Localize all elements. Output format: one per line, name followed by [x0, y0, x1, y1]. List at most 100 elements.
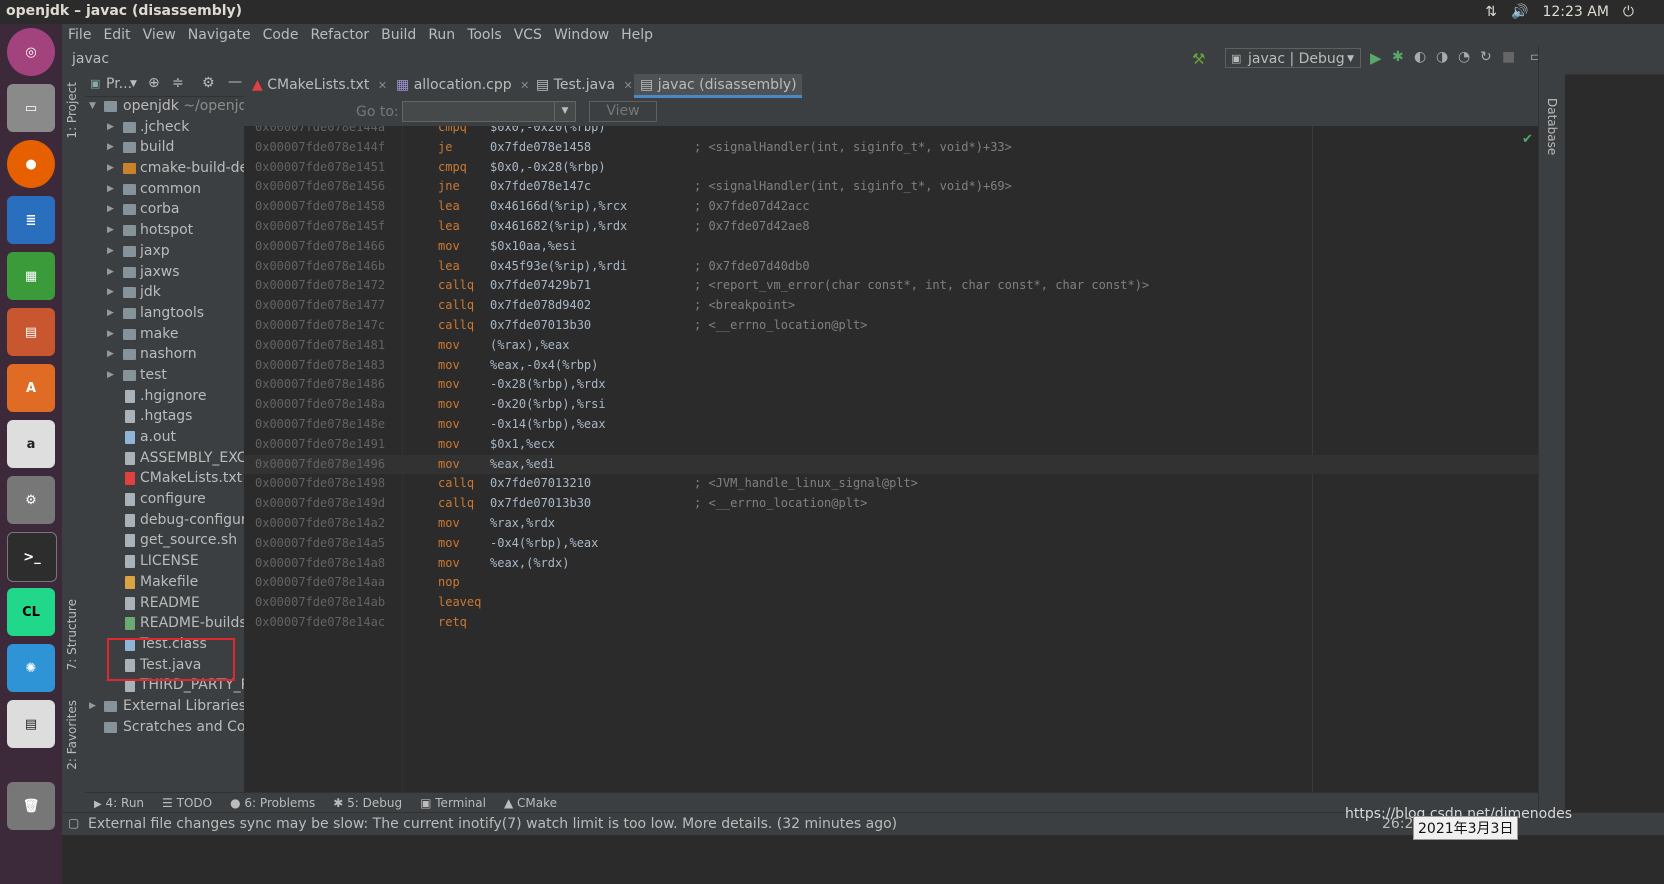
tree-item[interactable]: README: [84, 593, 244, 614]
coverage-icon[interactable]: ◐: [1414, 49, 1426, 65]
tree-item[interactable]: Makefile: [84, 572, 244, 593]
settings-icon[interactable]: ⚙: [7, 476, 55, 524]
menu-refactor[interactable]: Refactor: [304, 27, 375, 43]
tree-item[interactable]: ▶ langtools: [84, 303, 244, 324]
run-tool-button[interactable]: ▶ 4: Run: [94, 796, 144, 810]
menu-window[interactable]: Window: [548, 27, 615, 43]
chevron-right-icon[interactable]: ▶: [107, 241, 114, 262]
tree-item[interactable]: ▶ jaxws: [84, 262, 244, 283]
chevron-right-icon[interactable]: ▶: [89, 696, 96, 717]
software-center-icon[interactable]: A: [7, 364, 55, 412]
run-icon[interactable]: ▶: [1370, 49, 1382, 67]
disassembly-editor[interactable]: 0x00007fde078e144a cmpq $0x0,-0x20(%rbp) 0x…: [244, 126, 1538, 792]
menu-file[interactable]: File: [62, 27, 97, 43]
tree-item[interactable]: ▶ hotspot: [84, 220, 244, 241]
tree-item[interactable]: configure: [84, 489, 244, 510]
build-hammer-icon[interactable]: ⚒: [1192, 50, 1205, 68]
tree-external-libraries[interactable]: ▶ External Libraries: [84, 696, 244, 717]
tree-item[interactable]: ▶ jaxp: [84, 241, 244, 262]
tab-cmakelists[interactable]: ▲ CMakeLists.txt ✕: [252, 74, 387, 98]
tree-item[interactable]: ▶ jdk: [84, 282, 244, 303]
debug-icon[interactable]: ✱: [1392, 49, 1404, 65]
menu-tools[interactable]: Tools: [461, 27, 508, 43]
tree-item[interactable]: get_source.sh: [84, 530, 244, 551]
app-icon[interactable]: ✺: [7, 644, 55, 692]
chevron-right-icon[interactable]: ▶: [107, 303, 114, 324]
tree-item[interactable]: a.out: [84, 427, 244, 448]
close-icon[interactable]: ✕: [520, 79, 529, 92]
tree-item[interactable]: ▶ nashorn: [84, 344, 244, 365]
chevron-right-icon[interactable]: ▶: [107, 282, 114, 303]
stop-icon[interactable]: ■: [1502, 49, 1515, 65]
terminal-tool-button[interactable]: ▣ Terminal: [420, 796, 486, 810]
menu-navigate[interactable]: Navigate: [182, 27, 257, 43]
tree-item[interactable]: ▶ build: [84, 137, 244, 158]
tree-item[interactable]: ▶ common: [84, 179, 244, 200]
tree-item[interactable]: .hgignore: [84, 386, 244, 407]
menu-edit[interactable]: Edit: [97, 27, 136, 43]
chevron-right-icon[interactable]: ▶: [107, 137, 114, 158]
trash-icon[interactable]: 🗑: [7, 782, 55, 830]
tree-scratches[interactable]: Scratches and Cons: [84, 717, 244, 738]
impress-icon[interactable]: ▤: [7, 308, 55, 356]
chevron-right-icon[interactable]: ▶: [107, 179, 114, 200]
chevron-right-icon[interactable]: ▶: [107, 344, 114, 365]
todo-tool-button[interactable]: ☰ TODO: [162, 796, 212, 810]
tab-allocation-cpp[interactable]: ▦ allocation.cpp ✕: [396, 74, 529, 98]
tree-item[interactable]: ▶ test: [84, 365, 244, 386]
power-icon[interactable]: ⏻: [1623, 4, 1634, 20]
problems-tool-button[interactable]: ● 6: Problems: [230, 796, 315, 810]
tree-item[interactable]: ▶ .jcheck: [84, 117, 244, 138]
tab-test-java[interactable]: ▤ Test.java ✕: [536, 74, 633, 98]
clock[interactable]: 12:23 AM: [1542, 4, 1608, 20]
chevron-right-icon[interactable]: ▶: [107, 324, 114, 345]
close-icon[interactable]: ✕: [624, 79, 633, 92]
profile-icon[interactable]: ◑: [1436, 49, 1448, 65]
tree-item[interactable]: ▶cmake-build-deb: [84, 158, 244, 179]
terminal-icon[interactable]: >_: [7, 532, 57, 582]
hide-icon[interactable]: —: [228, 74, 242, 90]
tree-item[interactable]: CMakeLists.txt: [84, 468, 244, 489]
favorites-tool-tab[interactable]: 2: Favorites: [65, 700, 79, 770]
chevron-down-icon[interactable]: ▼: [554, 102, 575, 121]
chevron-right-icon[interactable]: ▶: [107, 199, 114, 220]
run-configuration-select[interactable]: ▣ javac | Debug ▼: [1225, 48, 1361, 68]
disk-icon[interactable]: ▤: [7, 700, 55, 748]
tree-item[interactable]: debug-configure: [84, 510, 244, 531]
chevron-right-icon[interactable]: ▶: [107, 117, 114, 138]
tree-item[interactable]: ▶ corba: [84, 199, 244, 220]
close-icon[interactable]: ✕: [378, 79, 387, 92]
chevron-right-icon[interactable]: ▶: [107, 262, 114, 283]
files-icon[interactable]: ▭: [7, 84, 55, 132]
ubuntu-dash-icon[interactable]: ◎: [7, 28, 55, 76]
tree-item[interactable]: .hgtags: [84, 406, 244, 427]
chevron-right-icon[interactable]: ▶: [107, 365, 114, 386]
firefox-icon[interactable]: ●: [7, 140, 55, 188]
tree-root[interactable]: ▼ openjdk ~/openjd: [84, 96, 244, 117]
project-view-select[interactable]: Pr...: [106, 76, 132, 92]
menu-help[interactable]: Help: [615, 27, 659, 43]
network-icon[interactable]: ⇅: [1485, 4, 1497, 20]
cmake-tool-button[interactable]: ▲ CMake: [504, 796, 557, 810]
chevron-right-icon[interactable]: ▶: [107, 220, 114, 241]
status-message[interactable]: External file changes sync may be slow: …: [88, 816, 897, 832]
gear-icon[interactable]: ⚙: [202, 75, 215, 91]
tree-item[interactable]: README-builds.: [84, 613, 244, 634]
clion-icon[interactable]: CL: [7, 588, 55, 636]
structure-tool-tab[interactable]: 7: Structure: [65, 599, 79, 670]
attach-icon[interactable]: ◔: [1458, 49, 1470, 65]
project-tool-tab[interactable]: 1: Project: [65, 82, 79, 139]
tree-item[interactable]: LICENSE: [84, 551, 244, 572]
chevron-down-icon[interactable]: ▼: [130, 79, 137, 89]
menu-view[interactable]: View: [137, 27, 182, 43]
writer-icon[interactable]: ≣: [7, 196, 55, 244]
rerun-icon[interactable]: ↻: [1480, 49, 1492, 65]
volume-icon[interactable]: 🔊: [1511, 4, 1528, 20]
goto-address-input[interactable]: ▼: [402, 101, 576, 122]
debug-tool-button[interactable]: ✱ 5: Debug: [333, 796, 402, 810]
menu-build[interactable]: Build: [375, 27, 422, 43]
tab-disassembly[interactable]: ▤ javac (disassembly) ✕: [634, 74, 802, 114]
amazon-icon[interactable]: a: [7, 420, 55, 468]
menu-vcs[interactable]: VCS: [508, 27, 548, 43]
chevron-right-icon[interactable]: ▶: [107, 158, 114, 179]
